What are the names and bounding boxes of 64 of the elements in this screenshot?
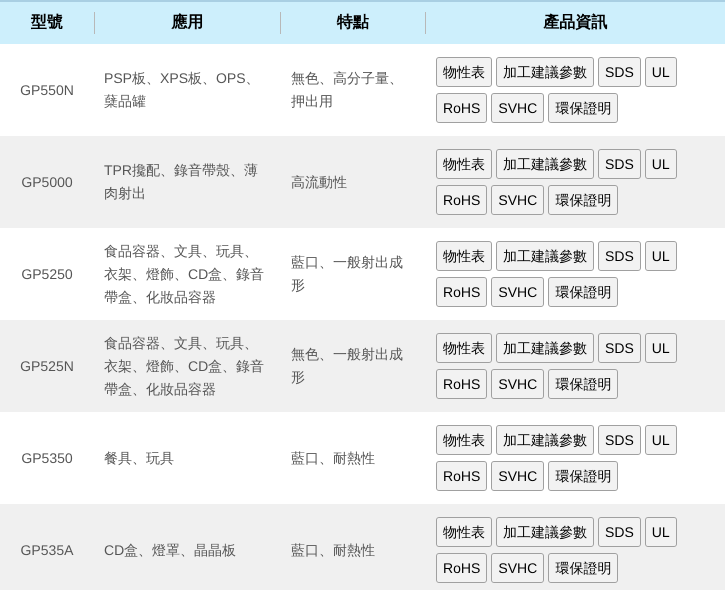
document-button[interactable]: 環保證明 bbox=[548, 553, 618, 583]
document-button[interactable]: 環保證明 bbox=[548, 93, 618, 123]
table-cell-text: 無色、一般射出成形 bbox=[291, 345, 404, 387]
column-header: 特點 bbox=[337, 12, 369, 33]
document-button[interactable]: 物性表 bbox=[436, 333, 492, 363]
document-button[interactable]: SDS bbox=[598, 57, 641, 87]
document-button[interactable]: 物性表 bbox=[436, 57, 492, 87]
document-button[interactable]: SDS bbox=[598, 333, 641, 363]
table-cell-text: GP5350 bbox=[21, 448, 73, 468]
document-button[interactable]: SDS bbox=[598, 517, 641, 547]
document-button[interactable]: RoHS bbox=[436, 461, 488, 491]
table-cell-text: GP535A bbox=[20, 540, 74, 560]
table-cell-text: TPR攙配、錄音帶殼、薄肉射出 bbox=[104, 161, 259, 203]
table-cell-text: 高流動性 bbox=[291, 172, 348, 192]
document-button[interactable]: RoHS bbox=[436, 93, 488, 123]
document-button[interactable]: 加工建議參數 bbox=[496, 333, 594, 363]
document-button[interactable]: SDS bbox=[598, 149, 641, 179]
table-cell-text: 食品容器、文具、玩具、衣架、燈飾、CD盒、錄音帶盒、化妝品容器 bbox=[104, 334, 266, 398]
document-button[interactable]: SDS bbox=[598, 425, 641, 455]
table-cell-text: 餐具、玩具 bbox=[104, 448, 175, 468]
table-cell-text: CD盒、燈罩、晶晶板 bbox=[104, 540, 238, 560]
document-button[interactable]: RoHS bbox=[436, 185, 488, 215]
document-button[interactable]: 環保證明 bbox=[548, 369, 618, 399]
table-cell-text: 藍口、耐熱性 bbox=[291, 540, 376, 560]
document-button[interactable]: UL bbox=[644, 517, 677, 547]
document-button[interactable]: 加工建議參數 bbox=[496, 241, 594, 271]
table-cell-text: 食品容器、文具、玩具、衣架、燈飾、CD盒、錄音帶盒、化妝品容器 bbox=[104, 242, 266, 306]
document-button[interactable]: UL bbox=[644, 57, 677, 87]
document-button[interactable]: SVHC bbox=[491, 553, 544, 583]
document-button[interactable]: UL bbox=[644, 241, 677, 271]
document-button[interactable]: 物性表 bbox=[436, 517, 492, 547]
document-button[interactable]: RoHS bbox=[436, 277, 488, 307]
document-button[interactable]: 加工建議參數 bbox=[496, 425, 594, 455]
document-button[interactable]: UL bbox=[644, 149, 677, 179]
table-cell-text: GP550N bbox=[20, 80, 74, 100]
column-header: 型號 bbox=[31, 12, 63, 33]
document-button[interactable]: SVHC bbox=[491, 277, 544, 307]
table-cell-text: 無色、高分子量、押出用 bbox=[291, 69, 404, 111]
table-cell-text: 藍口、一般射出成形 bbox=[291, 253, 404, 295]
document-button[interactable]: 加工建議參數 bbox=[496, 57, 594, 87]
table-cell-text: GP5000 bbox=[21, 172, 73, 192]
document-button[interactable]: 加工建議參數 bbox=[496, 149, 594, 179]
document-button[interactable]: SVHC bbox=[491, 369, 544, 399]
document-button[interactable]: RoHS bbox=[436, 369, 488, 399]
table-cell-text: 藍口、耐熱性 bbox=[291, 448, 376, 468]
document-button[interactable]: 物性表 bbox=[436, 425, 492, 455]
document-button[interactable]: SDS bbox=[598, 241, 641, 271]
document-button[interactable]: UL bbox=[644, 333, 677, 363]
document-button[interactable]: 加工建議參數 bbox=[496, 517, 594, 547]
table-cell-text: GP5250 bbox=[21, 264, 73, 284]
column-header: 應用 bbox=[172, 12, 204, 33]
document-button[interactable]: SVHC bbox=[491, 185, 544, 215]
document-button[interactable]: SVHC bbox=[491, 93, 544, 123]
document-button[interactable]: RoHS bbox=[436, 553, 488, 583]
table-cell-text: GP525N bbox=[20, 356, 74, 376]
document-button[interactable]: 物性表 bbox=[436, 241, 492, 271]
document-button[interactable]: 環保證明 bbox=[548, 185, 618, 215]
document-button[interactable]: SVHC bbox=[491, 461, 544, 491]
document-button[interactable]: 環保證明 bbox=[548, 461, 618, 491]
table-cell-text: PSP板、XPS板、OPS、蘖品罐 bbox=[104, 69, 261, 111]
document-button[interactable]: 環保證明 bbox=[548, 277, 618, 307]
column-header: 產品資訊 bbox=[544, 12, 608, 33]
document-button[interactable]: 物性表 bbox=[436, 149, 492, 179]
document-button[interactable]: UL bbox=[644, 425, 677, 455]
